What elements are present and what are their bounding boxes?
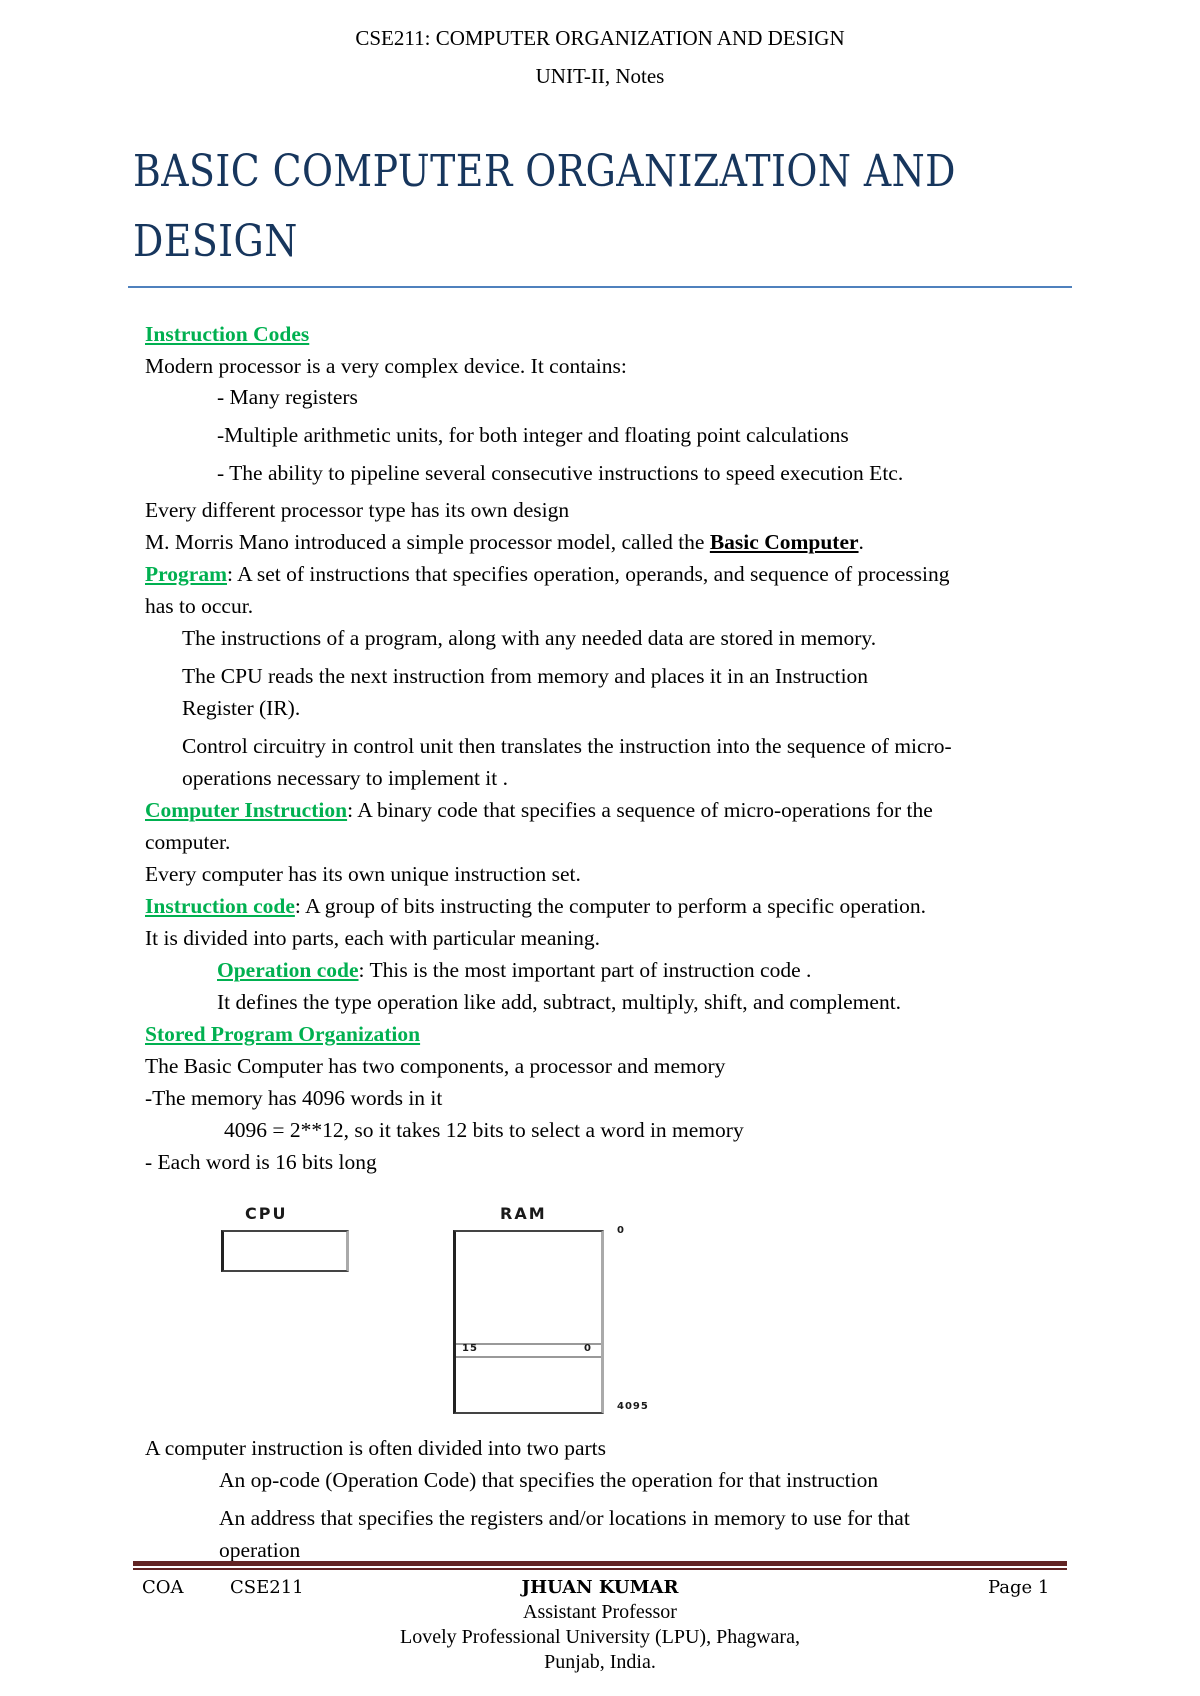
operation-code-def: : This is the most important part of ins… — [358, 958, 812, 982]
mano-suffix: . — [858, 530, 864, 554]
computer-instruction-definition: Computer Instruction: A binary code that… — [145, 797, 933, 823]
page-title-line2: DESIGN — [133, 216, 298, 267]
basic-computer-term: Basic Computer — [709, 530, 859, 554]
footer-page-number: Page 1 — [988, 1577, 1050, 1598]
footer-designation: Assistant Professor — [523, 1601, 677, 1623]
footer-rule-thin — [133, 1568, 1067, 1570]
mano-text: M. Morris Mano introduced a simple proce… — [145, 529, 864, 555]
operation-code-term: Operation code — [217, 958, 359, 982]
bullet-item: -Multiple arithmetic units, for both int… — [217, 423, 849, 447]
operation-code-definition: Operation code: This is the most importa… — [217, 957, 811, 983]
instruction-part: An address that specifies the registers … — [219, 1506, 910, 1530]
ram-label: RAM — [500, 1204, 547, 1223]
instruction-code-def: : A group of bits instructing the comput… — [294, 894, 927, 918]
word-length-text: - Each word is 16 bits long — [145, 1150, 377, 1174]
intro-text: Modern processor is a very complex devic… — [145, 354, 627, 378]
program-def: : A set of instructions that specifies o… — [227, 562, 950, 586]
computer-instruction-def: : A binary code that specifies a sequenc… — [347, 798, 933, 822]
footer-university: Lovely Professional University (LPU), Ph… — [400, 1626, 800, 1648]
instruction-parts-intro: A computer instruction is often divided … — [145, 1436, 606, 1460]
two-components-text: The Basic Computer has two components, a… — [145, 1054, 726, 1078]
memory-words-text: -The memory has 4096 words in it — [145, 1086, 443, 1110]
instruction-part: An op-code (Operation Code) that specifi… — [219, 1468, 879, 1492]
ram-box — [453, 1230, 604, 1414]
page-title-line1: BASIC COMPUTER ORGANIZATION AND — [133, 146, 956, 197]
footer-rule-thick — [133, 1561, 1067, 1566]
program-point: Control circuitry in control unit then t… — [182, 734, 952, 758]
cpu-box — [221, 1230, 349, 1272]
title-divider — [128, 286, 1072, 288]
computer-instruction-cont: computer. — [145, 830, 231, 854]
instruction-code-term: Instruction code — [145, 894, 295, 918]
instruction-part: operation — [219, 1538, 301, 1562]
unique-set-text: Every computer has its own unique instru… — [145, 862, 581, 886]
memory-bits-text: 4096 = 2**12, so it takes 12 bits to sel… — [224, 1118, 744, 1142]
word-lsb-label: 0 — [584, 1343, 592, 1354]
footer-location: Punjab, India. — [544, 1651, 656, 1673]
heading-instruction-codes: Instruction Codes — [145, 322, 310, 346]
instruction-code-definition: Instruction code: A group of bits instru… — [145, 893, 926, 919]
cpu-label: CPU — [245, 1204, 288, 1223]
program-point: The CPU reads the next instruction from … — [182, 664, 869, 688]
program-point: The instructions of a program, along wit… — [182, 626, 877, 650]
unit-header: UNIT-II, Notes — [535, 64, 665, 88]
bullet-item: - Many registers — [217, 385, 358, 409]
program-point: operations necessary to implement it . — [182, 766, 508, 790]
program-definition: Program: A set of instructions that spec… — [145, 561, 949, 587]
heading-stored-program: Stored Program Organization — [145, 1022, 421, 1046]
computer-instruction-term: Computer Instruction — [145, 798, 348, 822]
mano-prefix: M. Morris Mano introduced a simple proce… — [145, 530, 710, 554]
operation-types-text: It defines the type operation like add, … — [217, 990, 902, 1014]
own-design-text: Every different processor type has its o… — [145, 498, 570, 522]
program-term: Program — [145, 562, 227, 586]
address-bottom-label: 4095 — [617, 1401, 649, 1412]
word-msb-label: 15 — [462, 1343, 478, 1354]
program-point: Register (IR). — [182, 696, 301, 720]
bullet-item: - The ability to pipeline several consec… — [217, 461, 904, 485]
address-top-label: 0 — [617, 1225, 625, 1236]
course-header: CSE211: COMPUTER ORGANIZATION AND DESIGN — [355, 26, 845, 50]
divided-parts-text: It is divided into parts, each with part… — [145, 926, 600, 950]
program-def-cont: has to occur. — [145, 594, 254, 618]
